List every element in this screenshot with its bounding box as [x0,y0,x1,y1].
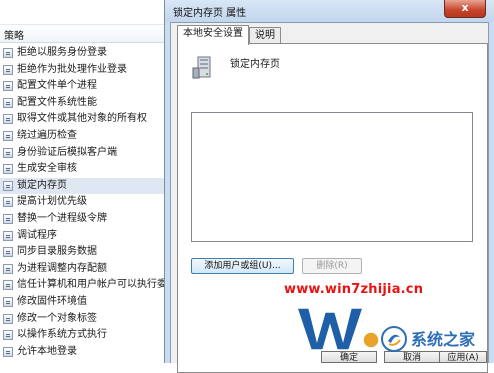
policy-icon [3,247,13,258]
policy-icon [3,213,13,224]
policy-icon [3,97,13,108]
policy-item-label: 信任计算机和用户帐户可以执行委 [17,279,167,291]
policy-item-label: 取得文件或其他对象的所有权 [17,113,147,125]
watermark-url: www.win7zhijia.cn [284,282,424,297]
policy-icon [3,48,13,58]
apply-button[interactable]: 应用(A) [439,351,487,363]
close-icon: x [461,1,469,14]
policy-item-label: 锁定内存页 [17,179,67,191]
watermark-site-name: 系统之家 [411,330,476,349]
policy-list-item[interactable]: 调试程序 [0,228,168,245]
policy-icon [3,296,13,307]
policy-item-label: 为进程调整内存配额 [17,262,107,274]
policy-item-label: 提高计划优先级 [17,196,87,208]
policy-icon [3,81,13,92]
policy-item-label: 允许本地登录 [17,345,77,357]
remove-button[interactable]: 删除(R) [302,258,362,274]
policy-pane: 策略 拒绝以服务身份登录拒绝作为批处理作业登录 配置文件单个进程 配置文件系统性能取… [0,0,168,363]
policy-item-label: 同步目录服务数据 [17,246,97,258]
policy-icon [3,114,13,125]
add-user-or-group-button[interactable]: 添加用户或组(U)... [191,258,294,274]
policy-icon [3,230,13,241]
remove-button-label: 删除(R) [316,261,348,271]
policy-list-item[interactable]: 以操作系统方式执行 [0,327,168,344]
add-button-label: 添加用户或组(U)... [204,261,281,271]
policy-list-item[interactable]: 为进程调整内存配额 [0,261,168,278]
policy-icon [3,197,13,208]
policy-list: 拒绝以服务身份登录拒绝作为批处理作业登录 配置文件单个进程 配置文件系统性能取得文件… [0,45,168,360]
policy-item-label: 生成安全审核 [17,163,77,175]
policy-list-item[interactable]: 绕过遍历检查 [0,128,168,145]
policy-item-label: 替换一个进程级令牌 [17,212,107,224]
policy-item-label: 拒绝作为批处理作业登录 [17,63,127,75]
policy-item-label: 配置文件单个进程 [17,80,97,92]
policy-list-item[interactable]: 信任计算机和用户帐户可以执行委 [0,277,168,294]
close-button[interactable]: x [444,0,486,18]
policy-list-item[interactable]: 替换一个进程级令牌 [0,211,168,228]
policy-item-label: 身份验证后模拟客户端 [17,146,117,158]
policy-icon [3,313,13,324]
policy-list-item[interactable]: 拒绝以服务身份登录 [0,45,168,62]
policy-icon [3,130,13,141]
policy-item-label: 拒绝以服务身份登录 [17,47,107,58]
watermark-site-logo-icon [381,326,407,352]
policy-icon [3,280,13,291]
policy-icon [3,330,13,341]
users-list-box[interactable] [191,112,473,242]
cancel-button-label: 取消 [402,353,421,363]
apply-button-label: 应用(A) [447,353,479,363]
column-header-policy[interactable]: 策略 [0,24,168,43]
policy-item-label: 修改固件环境值 [17,295,87,307]
server-icon [192,56,211,79]
policy-icon [3,346,13,357]
pane-top-strip [0,0,168,24]
policy-list-item[interactable]: 取得文件或其他对象的所有权 [0,111,168,128]
policy-item-label: 以操作系统方式执行 [17,329,107,341]
policy-item-label: 配置文件系统性能 [17,96,97,108]
policy-item-label: 绕过遍历检查 [17,129,77,141]
policy-list-item[interactable]: 配置文件单个进程 [0,78,168,95]
policy-list-item[interactable]: 提高计划优先级 [0,194,168,211]
policy-icon [3,64,13,75]
dialog-title-bar[interactable]: 锁定内存页 属性 x [165,0,494,22]
policy-list-item[interactable]: 拒绝作为批处理作业登录 [0,62,168,79]
policy-list-item[interactable]: 配置文件系统性能 [0,95,168,112]
column-header-label: 策略 [4,31,24,42]
policy-list-item[interactable]: 修改固件环境值 [0,294,168,311]
policy-list-item[interactable]: 生成安全审核 [0,161,168,178]
policy-list-item[interactable]: 允许本地登录 [0,344,168,361]
policy-list-item[interactable]: 锁定内存页 [0,177,168,195]
policy-list-item[interactable]: 修改一个对象标签 [0,311,168,328]
tab-explain[interactable]: 说明 [249,27,281,44]
tab-label: 本地安全设置 [183,28,243,39]
policy-icon [3,164,13,175]
dialog-title: 锁定内存页 属性 [173,8,247,19]
policy-icon [3,147,13,158]
policy-icon [3,180,13,191]
policy-icon [3,263,13,274]
tab-label: 说明 [255,30,275,41]
policy-item-label: 修改一个对象标签 [17,312,97,324]
tab-local-security-setting[interactable]: 本地安全设置 [177,25,249,45]
policy-list-item[interactable]: 同步目录服务数据 [0,244,168,261]
watermark-win7-logo [295,307,380,351]
policy-item-label: 调试程序 [17,229,57,241]
policy-list-item[interactable]: 身份验证后模拟客户端 [0,145,168,162]
policy-name: 锁定内存页 [230,59,280,70]
